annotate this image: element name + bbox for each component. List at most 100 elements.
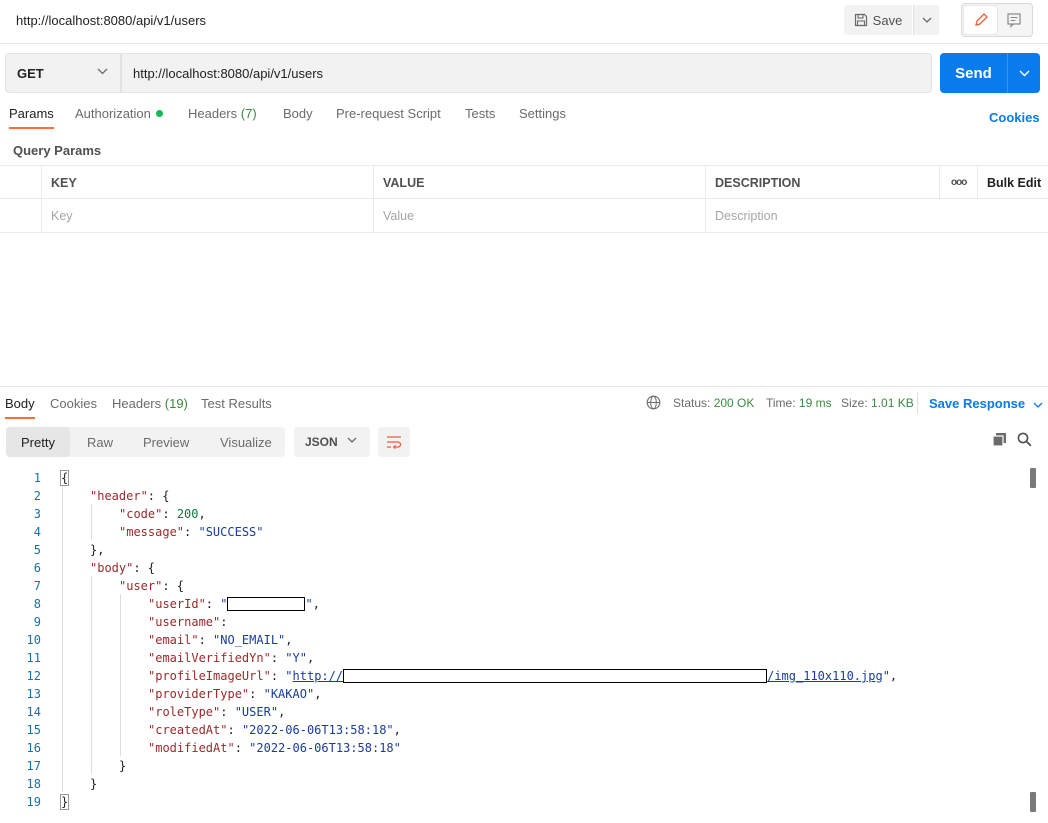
method-select[interactable]: GET — [5, 53, 121, 93]
json-number: 200 — [176, 507, 199, 521]
tab-authorization[interactable]: Authorization — [75, 106, 163, 127]
code-line: 10 "email": "NO_EMAIL", — [0, 631, 1026, 649]
time-label: Time: — [766, 396, 796, 410]
line-number: 7 — [33, 579, 41, 593]
wrap-lines-button[interactable] — [378, 427, 410, 457]
json-key: "user" — [119, 579, 163, 593]
line-number: 10 — [26, 633, 41, 647]
url-link-start[interactable]: http:// — [293, 669, 344, 683]
search-icon[interactable] — [1017, 432, 1032, 447]
save-button[interactable]: Save — [844, 5, 912, 35]
scrollbar-thumb-top[interactable] — [1030, 468, 1036, 488]
code-line: 17} — [0, 757, 1026, 775]
view-raw-button[interactable]: Raw — [87, 427, 113, 457]
globe-icon[interactable] — [646, 395, 661, 410]
code-text: "providerType": "KAKAO", — [148, 687, 322, 701]
response-headers-count: (19) — [164, 396, 188, 411]
scrollbar-thumb-bottom[interactable] — [1030, 792, 1036, 812]
code-line: 9 "username": — [0, 613, 1026, 631]
line-number: 5 — [33, 543, 41, 557]
edit-mode-button[interactable] — [964, 6, 997, 34]
mode-toggle — [961, 3, 1033, 37]
json-key: "email" — [148, 633, 199, 647]
time-value: 19 ms — [798, 396, 832, 410]
column-value: VALUE — [373, 166, 705, 199]
request-title[interactable]: http://localhost:8080/api/v1/users — [16, 13, 206, 28]
cookies-link[interactable]: Cookies — [989, 110, 1040, 125]
code-text: } — [90, 777, 98, 791]
response-tab-cookies[interactable]: Cookies — [50, 396, 97, 417]
code-line: 16 "modifiedAt": "2022-06-06T13:58:18" — [0, 739, 1026, 757]
code-line: 14 "roleType": "USER", — [0, 703, 1026, 721]
tab-tests[interactable]: Tests — [465, 106, 495, 127]
save-options-button[interactable] — [913, 5, 939, 35]
line-number: 16 — [26, 741, 41, 755]
line-number: 4 — [33, 525, 41, 539]
send-button[interactable]: Send — [940, 53, 1007, 93]
tab-params[interactable]: Params — [9, 106, 54, 129]
code-text: "roleType": "USER", — [148, 705, 286, 719]
response-divider — [0, 386, 1048, 387]
table-header-row: KEY VALUE DESCRIPTION ooo Bulk Edit — [0, 165, 1048, 199]
save-icon — [854, 13, 867, 27]
save-response-button[interactable]: Save Response — [929, 396, 1043, 411]
tab-body[interactable]: Body — [283, 106, 313, 127]
wrap-lines-icon — [387, 436, 402, 449]
code-line: 18} — [0, 775, 1026, 793]
tab-settings[interactable]: Settings — [519, 106, 566, 127]
value-input[interactable]: Value — [373, 199, 705, 232]
tab-headers[interactable]: Headers (7) — [188, 106, 257, 127]
code-text: { — [59, 469, 70, 487]
save-label: Save — [872, 12, 903, 28]
time-meta[interactable]: Time: 19 ms — [766, 396, 832, 410]
json-string: "2022-06-06T13:58:18" — [249, 741, 401, 755]
response-tab-test-results[interactable]: Test Results — [201, 396, 272, 417]
code-text: "user": { — [119, 579, 185, 593]
json-string: "Y" — [285, 651, 307, 665]
response-tab-headers[interactable]: Headers (19) — [112, 396, 188, 417]
code-text: "username": — [148, 615, 228, 629]
line-number: 11 — [26, 651, 41, 665]
line-number: 13 — [26, 687, 41, 701]
status-dot-icon — [155, 110, 163, 117]
code-text: "email": "NO_EMAIL", — [148, 633, 293, 647]
response-tab-body[interactable]: Body — [5, 396, 35, 419]
column-description: DESCRIPTION — [705, 166, 939, 199]
line-number: 9 — [33, 615, 41, 629]
table-row: Key Value Description — [0, 199, 1048, 233]
response-body-viewer[interactable]: 1{ 2 "header": { 3 "code": 200, 4 "message"… — [0, 468, 1026, 823]
json-key: "message" — [119, 525, 185, 539]
send-options-button[interactable] — [1007, 53, 1040, 93]
meta-separator — [917, 392, 918, 414]
size-meta[interactable]: Size: 1.01 KB — [841, 396, 914, 410]
url-link-end[interactable]: /img_110x110.jpg — [767, 669, 883, 683]
bulk-edit-button[interactable]: Bulk Edit — [977, 166, 1048, 199]
view-pretty-button[interactable]: Pretty — [6, 427, 70, 457]
json-string: "USER" — [234, 705, 279, 719]
description-input[interactable]: Description — [705, 199, 1048, 232]
json-key: "body" — [90, 561, 134, 575]
format-select[interactable]: JSON — [294, 427, 370, 457]
copy-icon[interactable] — [992, 432, 1007, 447]
tab-pre-request-script[interactable]: Pre-request Script — [336, 106, 441, 127]
json-key: "username" — [148, 615, 221, 629]
code-line: 11 "emailVerifiedYn": "Y", — [0, 649, 1026, 667]
url-input[interactable]: http://localhost:8080/api/v1/users — [121, 53, 932, 93]
view-visualize-button[interactable]: Visualize — [220, 427, 272, 457]
view-preview-button[interactable]: Preview — [143, 427, 189, 457]
status-label: Status: — [673, 396, 711, 410]
key-input[interactable]: Key — [41, 199, 373, 232]
more-options-button[interactable]: ooo — [939, 166, 977, 199]
json-string: "NO_EMAIL" — [213, 633, 286, 647]
code-line: 13 "providerType": "KAKAO", — [0, 685, 1026, 703]
line-number: 6 — [33, 561, 41, 575]
view-mode-group: Pretty Raw Preview Visualize — [6, 427, 285, 457]
redacted-box — [343, 669, 768, 683]
tab-authorization-label: Authorization — [75, 106, 151, 121]
line-number: 12 — [26, 669, 41, 683]
comments-button[interactable] — [997, 6, 1030, 34]
chevron-down-icon — [922, 17, 931, 23]
response-tab-headers-label: Headers — [112, 396, 162, 411]
send-group: Send — [940, 53, 1040, 93]
status-meta[interactable]: Status: 200 OK — [673, 396, 754, 410]
